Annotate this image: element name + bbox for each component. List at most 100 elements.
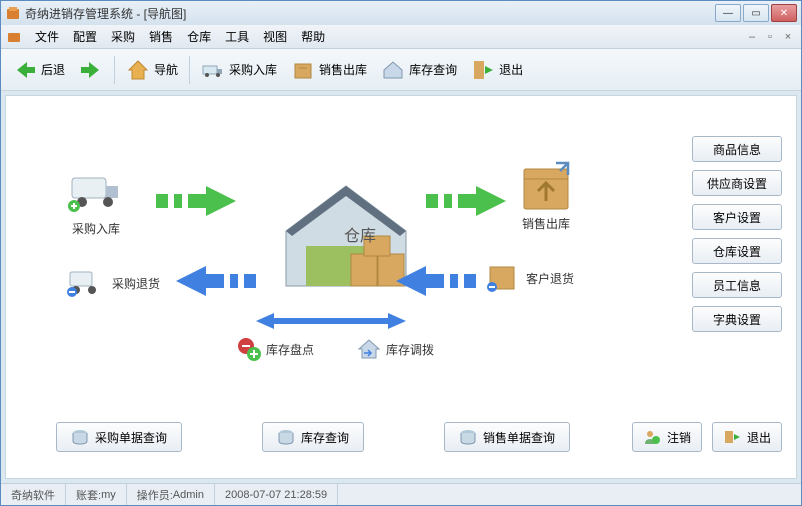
side-warehouse[interactable]: 仓库设置 [692,238,782,264]
btn-logout-label: 注销 [667,429,691,446]
door-exit-icon [723,429,741,445]
toolbar-nav[interactable]: 导航 [120,54,184,86]
window-title: 奇纳进销存管理系统 - [导航图] [25,5,715,22]
exit-icon [471,58,495,82]
node-customer-return[interactable]: 客户退货 [486,261,574,295]
node-stock-transfer-label: 库存调拨 [386,341,434,358]
menu-file[interactable]: 文件 [35,28,59,45]
menu-view[interactable]: 视图 [263,28,287,45]
btn-logout[interactable]: 注销 [632,422,702,452]
mdi-restore[interactable]: ▫ [763,30,777,44]
toolbar: 后退 导航 采购入库 销售出库 库存查询 退出 [1,49,801,91]
minimize-button[interactable]: — [715,4,741,22]
btn-exit[interactable]: 退出 [712,422,782,452]
app-window: 奇纳进销存管理系统 - [导航图] — ▭ ✕ 文件 配置 采购 销售 仓库 工… [0,0,802,506]
mdi-close[interactable]: × [781,30,795,44]
toolbar-nav-label: 导航 [154,61,178,78]
user-icon [643,429,661,445]
toolbar-stock-query-label: 库存查询 [409,61,457,78]
btn-stock-query-label: 库存查询 [301,429,349,446]
arrow-right-green-1 [156,186,236,216]
statusbar: 奇纳软件 账套:my 操作员:Admin 2008-07-07 21:28:59 [1,483,801,505]
app-icon [5,5,21,21]
box-return-icon [486,261,520,295]
btn-exit-label: 退出 [747,429,771,446]
status-datetime: 2008-07-07 21:28:59 [215,484,338,505]
node-purchase-return-label: 采购退货 [112,275,160,292]
btn-purchase-query[interactable]: 采购单据查询 [56,422,182,452]
node-stock-check[interactable]: 库存盘点 [236,336,314,362]
node-purchase-return[interactable]: 采购退货 [66,266,160,300]
toolbar-back-label: 后退 [41,61,65,78]
toolbar-separator [114,56,115,84]
toolbar-purchase-in[interactable]: 采购入库 [195,54,283,86]
warehouse-query-icon [381,58,405,82]
truck-icon [66,166,126,216]
db-icon [459,429,477,445]
warehouse-label: 仓库 [344,222,376,246]
window-controls: — ▭ ✕ [715,4,797,22]
db-icon [71,429,89,445]
toolbar-back[interactable]: 后退 [7,54,71,86]
node-warehouse[interactable]: 仓库 [276,176,416,296]
menubar: 文件 配置 采购 销售 仓库 工具 视图 帮助 – ▫ × [1,25,801,49]
side-employee[interactable]: 员工信息 [692,272,782,298]
forward-arrow-icon [79,58,103,82]
status-account: 账套:my [66,484,127,505]
side-customer[interactable]: 客户设置 [692,204,782,230]
node-purchase-in-label: 采购入库 [66,220,126,237]
node-sale-out-label: 销售出库 [516,215,576,232]
side-buttons: 商品信息 供应商设置 客户设置 仓库设置 员工信息 字典设置 [692,136,782,332]
mdi-minimize[interactable]: – [745,30,759,44]
status-operator: 操作员:Admin [127,484,215,505]
toolbar-exit[interactable]: 退出 [465,54,529,86]
arrow-left-blue-2 [396,266,476,296]
menu-stock[interactable]: 仓库 [187,28,211,45]
maximize-button[interactable]: ▭ [743,4,769,22]
box-out-icon [291,58,315,82]
truck-return-icon [66,266,106,300]
toolbar-sale-out-label: 销售出库 [319,61,367,78]
bottom-bar: 采购单据查询 库存查询 销售单据查询 注销 退出 [56,422,782,452]
arrow-right-green-2 [426,186,506,216]
node-sale-out[interactable]: 销售出库 [516,161,576,232]
node-customer-return-label: 客户退货 [526,270,574,287]
menu-help[interactable]: 帮助 [301,28,325,45]
toolbar-forward[interactable] [73,54,109,86]
client-area: 商品信息 供应商设置 客户设置 仓库设置 员工信息 字典设置 采购入库 [5,95,797,479]
titlebar: 奇纳进销存管理系统 - [导航图] — ▭ ✕ [1,1,801,25]
check-icon [236,336,262,362]
menu-icon [7,30,21,44]
close-button[interactable]: ✕ [771,4,797,22]
side-dict[interactable]: 字典设置 [692,306,782,332]
arrow-bidir-blue [256,311,406,331]
mdi-controls: – ▫ × [745,30,795,44]
home-icon [126,58,150,82]
package-out-icon [516,161,576,211]
menu-tools[interactable]: 工具 [225,28,249,45]
toolbar-purchase-in-label: 采购入库 [229,61,277,78]
toolbar-sale-out[interactable]: 销售出库 [285,54,373,86]
db-icon [277,429,295,445]
btn-sale-query[interactable]: 销售单据查询 [444,422,570,452]
btn-purchase-query-label: 采购单据查询 [95,429,167,446]
node-purchase-in[interactable]: 采购入库 [66,166,126,237]
toolbar-stock-query[interactable]: 库存查询 [375,54,463,86]
toolbar-exit-label: 退出 [499,61,523,78]
btn-stock-query[interactable]: 库存查询 [262,422,364,452]
transfer-icon [356,336,382,362]
status-company: 奇纳软件 [1,484,66,505]
side-supplier[interactable]: 供应商设置 [692,170,782,196]
menu-sale[interactable]: 销售 [149,28,173,45]
arrow-left-blue-1 [176,266,256,296]
toolbar-separator [189,56,190,84]
node-stock-check-label: 库存盘点 [266,341,314,358]
truck-in-icon [201,58,225,82]
node-stock-transfer[interactable]: 库存调拨 [356,336,434,362]
menu-config[interactable]: 配置 [73,28,97,45]
btn-sale-query-label: 销售单据查询 [483,429,555,446]
menu-purchase[interactable]: 采购 [111,28,135,45]
back-arrow-icon [13,58,37,82]
nav-diagram: 采购入库 仓库 [66,156,606,406]
side-product-info[interactable]: 商品信息 [692,136,782,162]
